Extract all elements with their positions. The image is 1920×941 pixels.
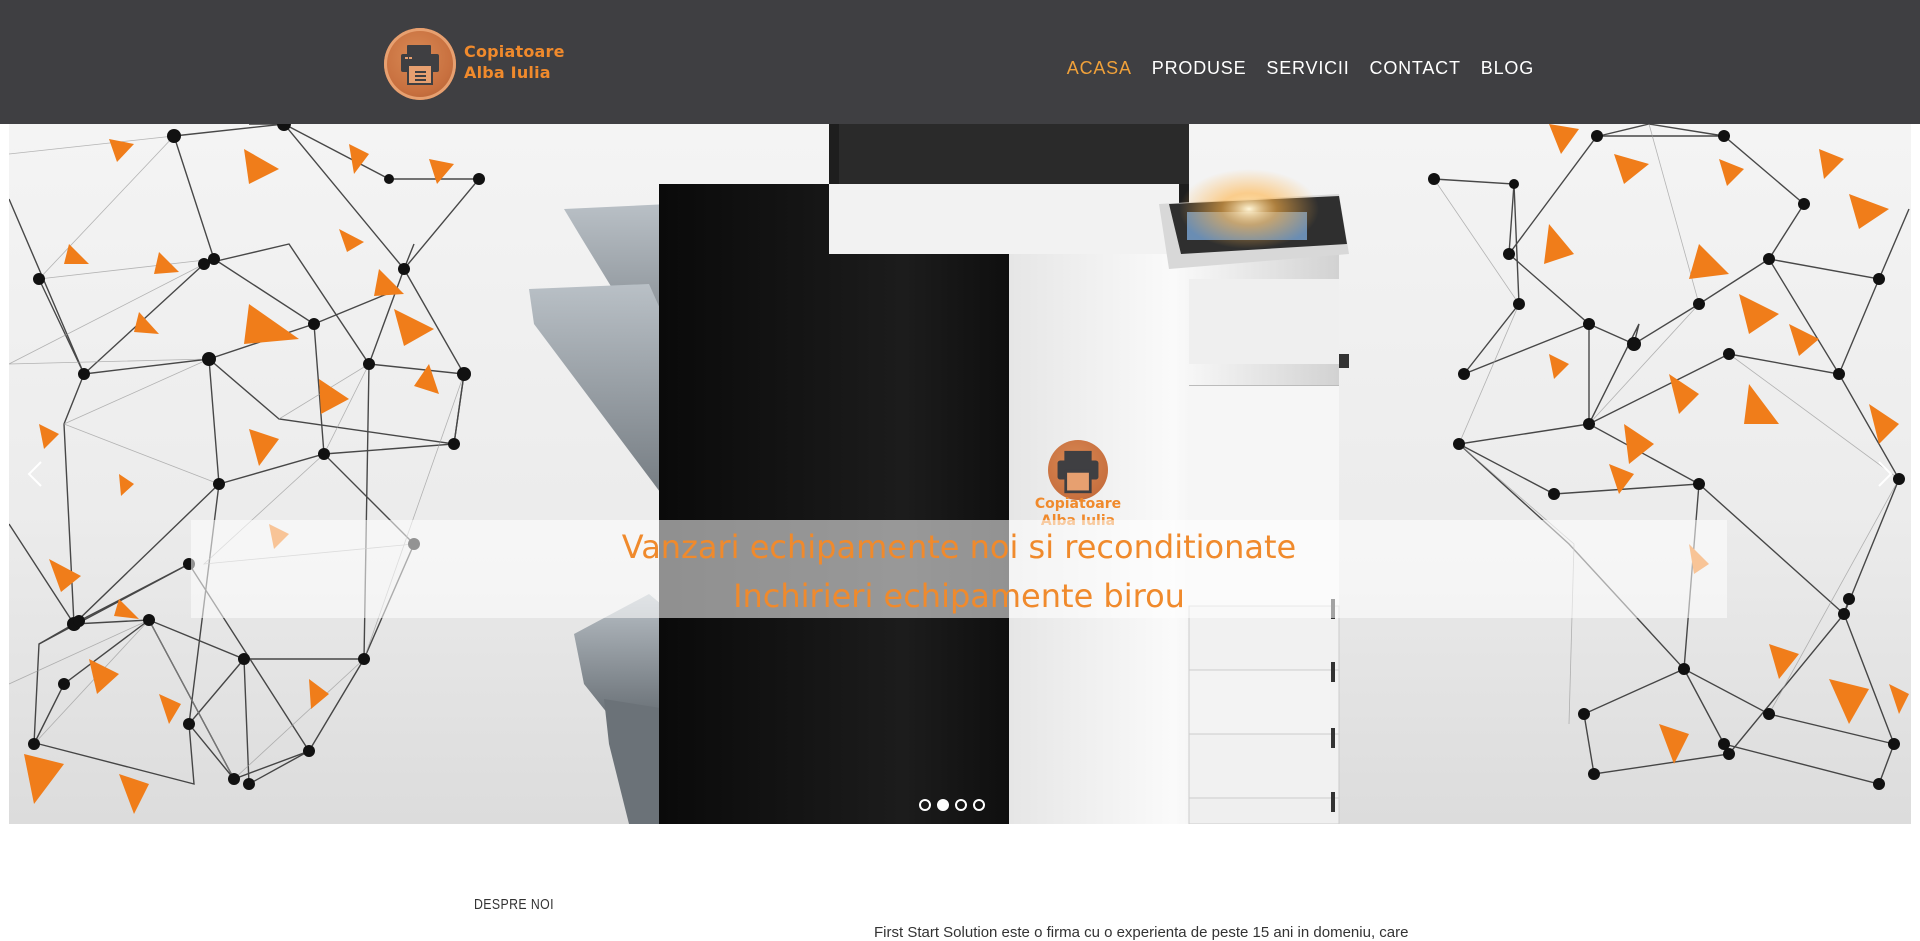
main-nav: ACASA PRODUSE SERVICII CONTACT BLOG: [1057, 56, 1544, 80]
slide-caption: Vanzari echipamente noi si reconditionat…: [191, 520, 1727, 618]
chevron-right-icon: [1878, 461, 1893, 487]
logo-text-line2: Alba Iulia: [464, 63, 551, 82]
nav-item-contact[interactable]: CONTACT: [1360, 56, 1471, 80]
nav-item-blog[interactable]: BLOG: [1471, 56, 1544, 80]
about-heading: DESPRE NOI: [474, 896, 554, 913]
nav-item-servicii[interactable]: SERVICII: [1256, 56, 1359, 80]
nav-item-acasa[interactable]: ACASA: [1057, 56, 1142, 80]
printer-icon: [1048, 440, 1108, 500]
slide-logo-line1: Copiatoare: [1034, 496, 1122, 512]
copier-image: [529, 124, 1349, 824]
slider-dot-2[interactable]: [937, 799, 949, 811]
chevron-left-icon: [27, 461, 42, 487]
logo-text: Copiatoare Alba Iulia: [464, 41, 565, 83]
slider-pagination: [919, 799, 985, 811]
printer-logo-icon: [384, 28, 456, 100]
slider-next-button[interactable]: [1869, 454, 1899, 494]
site-logo[interactable]: Copiatoare Alba Iulia: [384, 28, 584, 100]
nav-item-produse[interactable]: PRODUSE: [1142, 56, 1257, 80]
slider-dot-4[interactable]: [973, 799, 985, 811]
slide-caption-line1: Vanzari echipamente noi si reconditionat…: [621, 528, 1297, 566]
slider-prev-button[interactable]: [21, 454, 51, 494]
about-text: First Start Solution este o firma cu o e…: [874, 924, 1409, 941]
slider-dot-1[interactable]: [919, 799, 931, 811]
hero-slider: Copiatoare Alba Iulia Vanzari echipament…: [9, 124, 1911, 824]
site-header: Copiatoare Alba Iulia ACASA PRODUSE SERV…: [0, 0, 1920, 124]
slider-dot-3[interactable]: [955, 799, 967, 811]
slide-caption-line2: Inchirieri echipamente birou: [733, 577, 1185, 615]
slide-background-image: [9, 124, 1910, 824]
logo-text-line1: Copiatoare: [464, 42, 565, 61]
